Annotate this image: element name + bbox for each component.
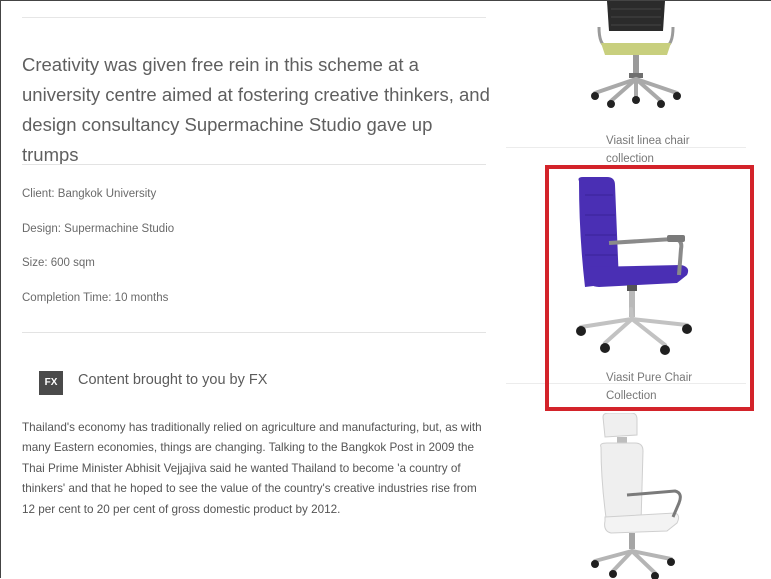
article-intro: Creativity was given free rein in this s… [22, 54, 490, 165]
page-frame: Creativity was given free rein in this s… [0, 0, 771, 579]
fact-completion-time: Completion Time: 10 months [22, 291, 169, 304]
product-link-linea[interactable]: Viasit linea chair collection [606, 132, 731, 162]
divider [22, 164, 486, 165]
divider [22, 17, 486, 18]
linea-chair-image[interactable] [581, 1, 691, 109]
fact-size: Size: 600 sqm [22, 257, 95, 269]
highlight-box [545, 165, 754, 411]
sponsor-text: Content brought to you by FX [78, 372, 268, 388]
white-chair-image[interactable] [577, 413, 687, 579]
fact-client: Client: Bangkok University [22, 188, 157, 200]
article-body: Thailand's economy has traditionally rel… [22, 421, 482, 516]
fact-design: Design: Supermachine Studio [22, 222, 175, 235]
divider [22, 332, 486, 333]
project-facts: Client: Bangkok University Design: Super… [22, 186, 482, 324]
fx-logo[interactable]: FX [39, 371, 63, 395]
